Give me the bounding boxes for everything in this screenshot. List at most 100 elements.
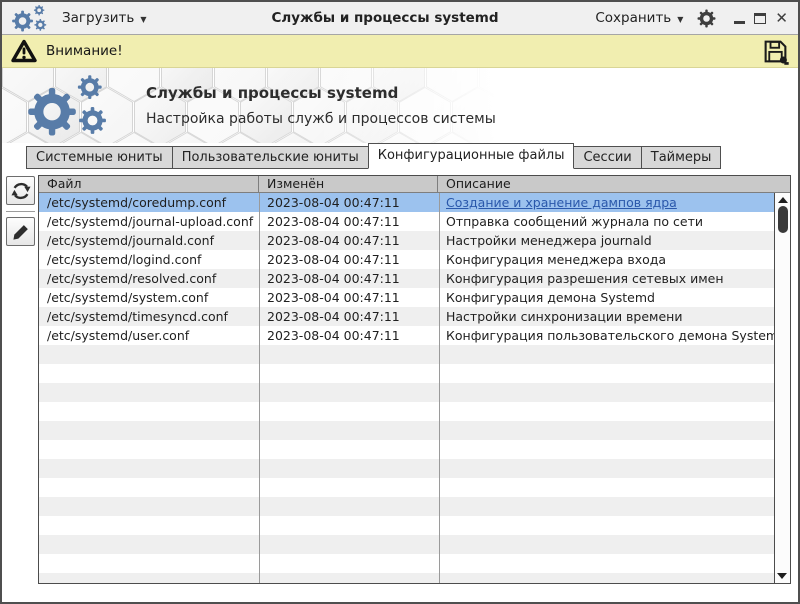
- cell-modified: 2023-08-04 00:47:11: [259, 288, 438, 307]
- cell-modified: 2023-08-04 00:47:11: [259, 231, 438, 250]
- scroll-up-icon[interactable]: [778, 197, 788, 203]
- table-row[interactable]: /etc/systemd/user.conf2023-08-04 00:47:1…: [39, 326, 774, 345]
- table-row[interactable]: /etc/systemd/resolved.conf2023-08-04 00:…: [39, 269, 774, 288]
- cell-description: Конфигурация разрешения сетевых имен: [438, 269, 774, 288]
- scrollbar-thumb[interactable]: [778, 206, 788, 233]
- table-row-empty: [39, 383, 774, 402]
- cell-description: [438, 535, 774, 554]
- cell-description: [438, 421, 774, 440]
- cell-modified: 2023-08-04 00:47:11: [259, 326, 438, 345]
- cell-file: /etc/systemd/coredump.conf: [39, 193, 259, 212]
- column-header[interactable]: Описание: [438, 176, 790, 192]
- table-row-empty: [39, 459, 774, 478]
- cell-modified: 2023-08-04 00:47:11: [259, 193, 438, 212]
- cell-description: [438, 383, 774, 402]
- table-row-empty: [39, 440, 774, 459]
- save-menu-label: Сохранить: [595, 10, 671, 26]
- cell-description: Конфигурация пользовательского демона Sy…: [438, 326, 774, 345]
- column-separator: [439, 193, 440, 583]
- table-row-empty: [39, 573, 774, 583]
- close-button[interactable]: ✕: [775, 11, 788, 26]
- cell-modified: [259, 402, 438, 421]
- cell-file: [39, 535, 259, 554]
- app-header: Службы и процессы systemd Настройка рабо…: [2, 68, 798, 143]
- vertical-scrollbar[interactable]: [774, 193, 790, 583]
- table-body: /etc/systemd/coredump.conf2023-08-04 00:…: [39, 193, 774, 583]
- tab-3[interactable]: Сессии: [573, 146, 641, 169]
- cell-modified: [259, 459, 438, 478]
- cell-modified: [259, 421, 438, 440]
- table-row[interactable]: /etc/systemd/system.conf2023-08-04 00:47…: [39, 288, 774, 307]
- cell-description: [438, 554, 774, 573]
- column-separator: [259, 193, 260, 583]
- window-title: Службы и процессы systemd: [212, 10, 558, 26]
- tab-4[interactable]: Таймеры: [641, 146, 722, 169]
- cell-modified: [259, 516, 438, 535]
- load-menu-button[interactable]: Загрузить ▼: [62, 10, 147, 26]
- table-row[interactable]: /etc/systemd/journal-upload.conf2023-08-…: [39, 212, 774, 231]
- cell-description: Конфигурация менеджера входа: [438, 250, 774, 269]
- cell-file: [39, 497, 259, 516]
- refresh-icon: [10, 180, 32, 202]
- cell-file: [39, 440, 259, 459]
- description-link[interactable]: Создание и хранение дампов ядра: [446, 195, 677, 210]
- column-header[interactable]: Изменён: [259, 176, 438, 192]
- table-row[interactable]: /etc/systemd/timesyncd.conf2023-08-04 00…: [39, 307, 774, 326]
- cell-modified: 2023-08-04 00:47:11: [259, 212, 438, 231]
- cell-modified: [259, 383, 438, 402]
- cell-description: [438, 573, 774, 583]
- titlebar: Загрузить ▼ Службы и процессы systemd Со…: [2, 2, 798, 35]
- cell-modified: 2023-08-04 00:47:11: [259, 250, 438, 269]
- table-row[interactable]: /etc/systemd/journald.conf2023-08-04 00:…: [39, 231, 774, 250]
- cell-file: [39, 383, 259, 402]
- save-menu-button[interactable]: Сохранить ▼: [595, 10, 683, 26]
- minimize-button[interactable]: [734, 21, 745, 24]
- toolbar-separator: [6, 211, 35, 212]
- table-row-empty: [39, 478, 774, 497]
- cell-file: [39, 573, 259, 583]
- table-header: ФайлИзменёнОписание: [39, 176, 790, 193]
- table-row[interactable]: /etc/systemd/coredump.conf2023-08-04 00:…: [39, 193, 774, 212]
- table-row[interactable]: /etc/systemd/logind.conf2023-08-04 00:47…: [39, 250, 774, 269]
- table-row-empty: [39, 497, 774, 516]
- cell-file: [39, 364, 259, 383]
- table-row-empty: [39, 402, 774, 421]
- cell-file: [39, 345, 259, 364]
- app-gears-icon: [12, 4, 48, 33]
- cell-description: [438, 497, 774, 516]
- cell-file: /etc/systemd/resolved.conf: [39, 269, 259, 288]
- column-header[interactable]: Файл: [39, 176, 259, 192]
- tab-0[interactable]: Системные юниты: [26, 146, 173, 169]
- cell-modified: [259, 497, 438, 516]
- settings-gear-icon[interactable]: [697, 9, 716, 28]
- cell-file: /etc/systemd/journal-upload.conf: [39, 212, 259, 231]
- app-window: Загрузить ▼ Службы и процессы systemd Со…: [0, 0, 800, 604]
- cell-description: [438, 516, 774, 535]
- cell-file: [39, 459, 259, 478]
- table-row-empty: [39, 554, 774, 573]
- cell-description: Отправка сообщений журнала по сети: [438, 212, 774, 231]
- cell-file: [39, 554, 259, 573]
- tab-content: ФайлИзменёнОписание /etc/systemd/coredum…: [2, 169, 798, 602]
- cell-file: [39, 478, 259, 497]
- chevron-down-icon: ▼: [677, 15, 683, 24]
- cell-modified: [259, 554, 438, 573]
- table-row-empty: [39, 364, 774, 383]
- cell-file: [39, 516, 259, 535]
- config-files-table: ФайлИзменёнОписание /etc/systemd/coredum…: [38, 175, 791, 584]
- cell-modified: [259, 478, 438, 497]
- cell-file: /etc/systemd/timesyncd.conf: [39, 307, 259, 326]
- cell-description: Конфигурация демона Systemd: [438, 288, 774, 307]
- tab-1[interactable]: Пользовательские юниты: [172, 146, 369, 169]
- side-toolbar: [5, 175, 38, 602]
- cell-modified: 2023-08-04 00:47:11: [259, 307, 438, 326]
- maximize-button[interactable]: [754, 13, 766, 24]
- cell-description: Создание и хранение дампов ядра: [438, 193, 774, 212]
- scroll-down-icon[interactable]: [777, 573, 787, 579]
- edit-button[interactable]: [6, 217, 35, 246]
- save-file-icon[interactable]: [762, 38, 789, 65]
- cell-modified: [259, 573, 438, 583]
- tab-2[interactable]: Конфигурационные файлы: [368, 143, 575, 169]
- refresh-button[interactable]: [6, 176, 35, 205]
- cell-modified: 2023-08-04 00:47:11: [259, 269, 438, 288]
